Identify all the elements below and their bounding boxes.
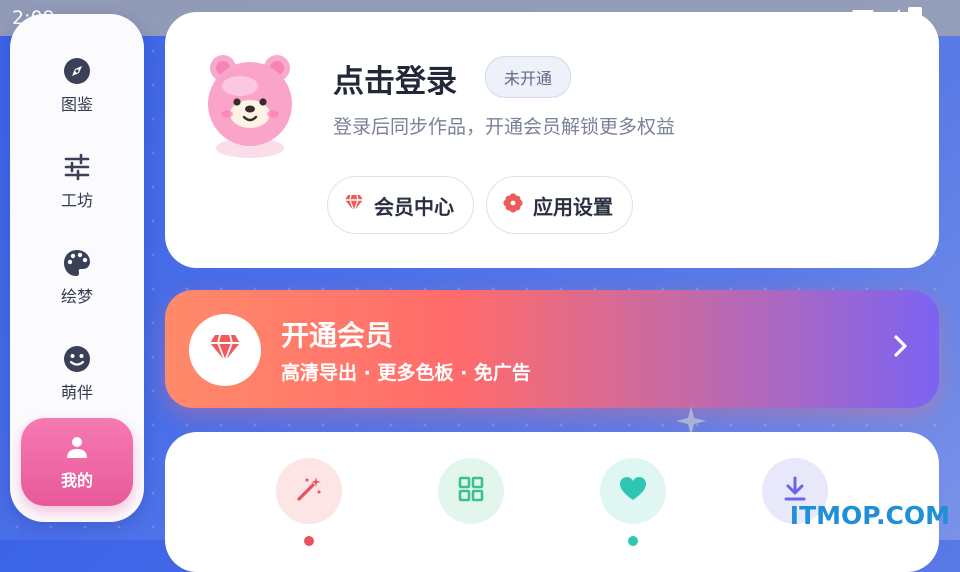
diamond-icon — [208, 333, 242, 367]
heart-icon — [619, 476, 647, 506]
feature-grid-button[interactable] — [438, 458, 504, 524]
flower-gear-icon — [503, 192, 523, 218]
sidebar-nav: 图鉴 工坊 绘梦 萌伴 我的 — [10, 14, 144, 522]
sidebar-item-label: 图鉴 — [60, 95, 93, 114]
feature-favorite-button[interactable] — [600, 458, 666, 524]
smiley-icon — [63, 345, 91, 373]
chevron-right-icon — [893, 334, 909, 365]
magic-wand-icon — [295, 475, 323, 507]
sidebar-item-tujian[interactable]: 图鉴 — [22, 44, 132, 128]
vip-status-badge: 未开通 — [485, 56, 571, 98]
feature-magic-button[interactable] — [276, 458, 342, 524]
sidebar-item-label: 绘梦 — [60, 287, 93, 306]
profile-card: 点击登录 未开通 登录后同步作品，开通会员解锁更多权益 会员中心 应用设置 — [165, 12, 939, 268]
watermark-text: ITMOP.COM — [789, 501, 950, 530]
app-settings-button[interactable]: 应用设置 — [486, 176, 633, 234]
person-icon — [63, 433, 91, 461]
app-settings-label: 应用设置 — [533, 194, 613, 219]
sidebar-item-mengban[interactable]: 萌伴 — [22, 332, 132, 416]
vip-banner[interactable]: 开通会员 高清导出 · 更多色板 · 免广告 — [165, 290, 939, 408]
vip-title: 开通会员 — [281, 319, 394, 352]
feature-indicator-dot — [628, 536, 638, 546]
member-center-label: 会员中心 — [374, 194, 454, 219]
login-title[interactable]: 点击登录 — [333, 56, 457, 101]
palette-icon — [63, 249, 91, 277]
sidebar-item-gongfang[interactable]: 工坊 — [22, 140, 132, 224]
login-subtitle: 登录后同步作品，开通会员解锁更多权益 — [333, 116, 676, 138]
compass-icon — [63, 57, 91, 85]
diamond-icon — [344, 193, 364, 217]
grid-icon — [458, 476, 484, 506]
vip-diamond-badge — [189, 314, 261, 386]
sidebar-item-huimeng[interactable]: 绘梦 — [22, 236, 132, 320]
sidebar-item-label: 工坊 — [60, 191, 93, 210]
member-center-button[interactable]: 会员中心 — [327, 176, 474, 234]
sidebar-item-label: 我的 — [60, 471, 93, 490]
vip-subtitle: 高清导出 · 更多色板 · 免广告 — [281, 362, 531, 384]
feature-indicator-dot — [304, 536, 314, 546]
sidebar-item-wode[interactable]: 我的 — [21, 418, 133, 506]
sidebar-item-label: 萌伴 — [60, 383, 93, 402]
bear-avatar[interactable] — [205, 52, 295, 160]
sliders-icon — [63, 153, 91, 181]
